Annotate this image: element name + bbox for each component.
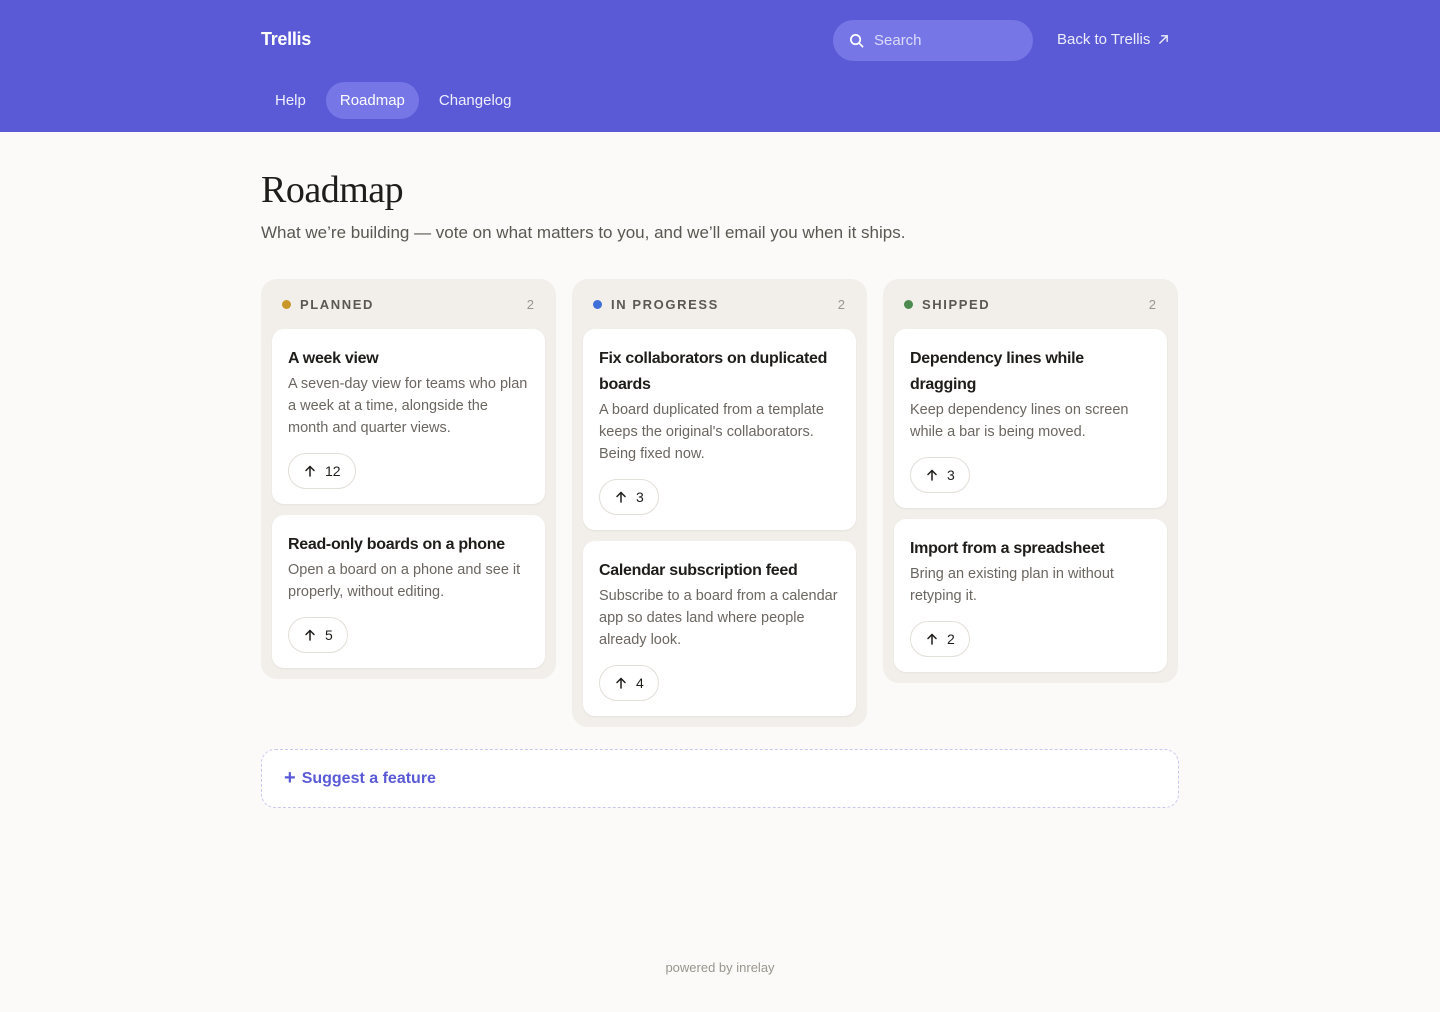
plus-icon: + xyxy=(284,767,296,789)
feature-card[interactable]: Read-only boards on a phone Open a board… xyxy=(272,515,545,668)
status-dot xyxy=(904,299,913,309)
upvote-button[interactable]: 12 xyxy=(288,453,356,489)
vote-count: 4 xyxy=(636,675,644,691)
vote-count: 12 xyxy=(325,463,341,479)
column-header: SHIPPED 2 xyxy=(894,279,1167,329)
brand-logo[interactable]: Trellis xyxy=(261,29,311,50)
vote-count: 5 xyxy=(325,627,333,643)
card-title: A week view xyxy=(288,350,379,367)
roadmap-board: PLANNED 2 A week view A seven-day view f… xyxy=(261,279,1178,727)
card-title: Dependency lines while dragging xyxy=(910,350,1084,393)
page-title: Roadmap xyxy=(261,169,404,211)
card-description: Keep dependency lines on screen while a … xyxy=(910,402,1129,440)
status-dot xyxy=(282,299,291,309)
tab-help[interactable]: Help xyxy=(261,82,320,119)
suggest-feature-label: Suggest a feature xyxy=(301,769,436,787)
card-description: A seven-day view for teams who plan a we… xyxy=(288,376,528,436)
vote-count: 3 xyxy=(636,489,644,505)
suggest-feature-button[interactable]: + Suggest a feature xyxy=(261,749,1179,808)
vote-count: 2 xyxy=(947,631,955,647)
column-count: 2 xyxy=(1148,296,1156,312)
upvote-button[interactable]: 3 xyxy=(910,457,970,493)
column-planned: PLANNED 2 A week view A seven-day view f… xyxy=(261,279,556,679)
tab-changelog[interactable]: Changelog xyxy=(425,82,526,119)
arrow-up-icon xyxy=(616,491,626,503)
column-in-progress: IN PROGRESS 2 Fix collaborators on dupli… xyxy=(572,279,867,727)
column-title: PLANNED xyxy=(300,296,375,312)
feature-card[interactable]: Fix collaborators on duplicated boards A… xyxy=(583,329,856,530)
back-to-trellis-link[interactable]: Back to Trellis xyxy=(1057,31,1169,48)
column-title: SHIPPED xyxy=(922,296,991,312)
column-shipped: SHIPPED 2 Dependency lines while draggin… xyxy=(883,279,1178,683)
card-description: Bring an existing plan in without retypi… xyxy=(910,566,1114,604)
feature-card[interactable]: Dependency lines while dragging Keep dep… xyxy=(894,329,1167,508)
search-icon xyxy=(850,34,864,48)
vote-count: 3 xyxy=(947,467,955,483)
top-bar: Trellis Search Back to Trellis Help Road… xyxy=(0,0,1440,132)
feature-card[interactable]: Calendar subscription feed Subscribe to … xyxy=(583,541,856,716)
column-title: IN PROGRESS xyxy=(611,296,719,312)
arrow-up-icon xyxy=(927,469,937,481)
upvote-button[interactable]: 5 xyxy=(288,617,348,653)
column-count: 2 xyxy=(526,296,534,312)
back-link-label: Back to Trellis xyxy=(1057,31,1151,48)
arrow-up-icon xyxy=(305,465,315,477)
arrow-up-icon xyxy=(305,629,315,641)
column-header: IN PROGRESS 2 xyxy=(583,279,856,329)
column-header: PLANNED 2 xyxy=(272,279,545,329)
card-title: Calendar subscription feed xyxy=(599,562,798,579)
search-input[interactable]: Search xyxy=(833,20,1033,61)
external-arrow-icon xyxy=(1159,35,1169,44)
card-title: Fix collaborators on duplicated boards xyxy=(599,350,828,393)
card-description: A board duplicated from a template keeps… xyxy=(599,402,824,462)
upvote-button[interactable]: 2 xyxy=(910,621,970,657)
feature-card[interactable]: Import from a spreadsheet Bring an exist… xyxy=(894,519,1167,672)
column-count: 2 xyxy=(837,296,845,312)
card-title: Read-only boards on a phone xyxy=(288,536,505,553)
search-placeholder: Search xyxy=(874,32,922,49)
card-description: Subscribe to a board from a calendar app… xyxy=(599,588,838,648)
main-nav: Help Roadmap Changelog xyxy=(261,82,525,119)
feature-card[interactable]: A week view A seven-day view for teams w… xyxy=(272,329,545,504)
upvote-button[interactable]: 4 xyxy=(599,665,659,701)
card-title: Import from a spreadsheet xyxy=(910,540,1105,557)
arrow-up-icon xyxy=(927,633,937,645)
arrow-up-icon xyxy=(616,677,626,689)
status-dot xyxy=(593,299,602,309)
card-description: Open a board on a phone and see it prope… xyxy=(288,562,521,600)
powered-by-footer[interactable]: powered by inrelay xyxy=(0,960,1440,975)
page-subtitle: What we’re building — vote on what matte… xyxy=(261,223,906,242)
tab-roadmap[interactable]: Roadmap xyxy=(325,82,419,119)
upvote-button[interactable]: 3 xyxy=(599,479,659,515)
